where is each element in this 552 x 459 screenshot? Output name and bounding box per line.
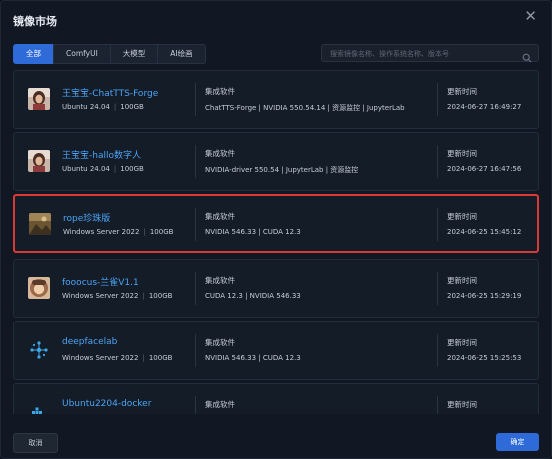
portrait-thumbnail (28, 150, 50, 172)
network-icon (28, 339, 50, 361)
software-label: 集成软件 (205, 149, 235, 158)
image-size: 100GB (149, 228, 174, 236)
image-name[interactable]: Ubuntu2204-docker (62, 399, 151, 409)
image-name[interactable]: fooocus-兰雀V1.1 (62, 275, 139, 288)
image-size: 100GB (148, 292, 173, 300)
image-os: Ubuntu 24.04 (62, 165, 110, 173)
image-os: Windows Server 2022 (63, 228, 140, 236)
tab-large-model[interactable]: 大模型 (109, 44, 159, 64)
divider (437, 334, 438, 367)
software-value: NVIDIA-driver 550.54 | JupyterLab | 资源监控 (205, 166, 359, 174)
image-name[interactable]: deepfacelab (62, 337, 117, 347)
image-name[interactable]: 王宝宝-ChatTTS-Forge (62, 86, 158, 99)
search-input[interactable] (328, 45, 522, 63)
image-meta: Windows Server 2022 | 100GB (63, 228, 173, 236)
tab-comfyui[interactable]: ComfyUI (53, 44, 111, 64)
separator: | (142, 354, 145, 362)
divider (437, 272, 438, 305)
image-size: 100GB (148, 354, 173, 362)
close-icon[interactable]: ✕ (524, 7, 537, 25)
image-card[interactable]: deepfacelab Windows Server 2022 | 100GB 集成… (13, 321, 539, 380)
separator: | (113, 165, 117, 173)
updated-label: 更新时间 (447, 400, 477, 409)
image-os: Ubuntu 24.04 (62, 103, 110, 111)
separator: | (142, 292, 145, 300)
separator: | (143, 228, 146, 236)
divider (437, 145, 438, 178)
updated-label: 更新时间 (447, 338, 477, 347)
image-card[interactable]: Ubuntu2204-docker 集成软件 更新时间 (13, 383, 539, 414)
image-card-selected[interactable]: rope珍珠版 Windows Server 2022 | 100GB 集成软件 N… (13, 194, 539, 253)
image-meta: Windows Server 2022 | 100GB (62, 354, 172, 362)
software-label: 集成软件 (205, 400, 235, 409)
search-icon[interactable] (522, 48, 532, 67)
updated-label: 更新时间 (447, 212, 477, 221)
image-os: Windows Server 2022 (62, 354, 139, 362)
cancel-button[interactable]: 取消 (13, 433, 58, 453)
divider (195, 83, 196, 116)
software-label: 集成软件 (205, 338, 235, 347)
divider (195, 208, 196, 241)
divider (195, 334, 196, 367)
software-value: NVIDIA 546.33 | CUDA 12.3 (205, 354, 301, 362)
software-label: 集成软件 (205, 87, 235, 96)
tab-all[interactable]: 全部 (13, 44, 54, 64)
divider (437, 83, 438, 116)
divider (195, 272, 196, 305)
image-name[interactable]: 王宝宝-hallo数字人 (62, 148, 141, 161)
software-label: 集成软件 (205, 276, 235, 285)
software-value: NVIDIA 546.33 | CUDA 12.3 (205, 228, 301, 236)
photo-thumbnail (29, 213, 51, 235)
divider (195, 145, 196, 178)
updated-value: 2024-06-25 15:29:19 (447, 292, 522, 300)
updated-label: 更新时间 (447, 149, 477, 158)
search-box (321, 44, 539, 63)
updated-value: 2024-06-27 16:47:56 (447, 165, 522, 173)
separator: | (113, 103, 117, 111)
tab-ai-painting[interactable]: AI绘画 (157, 44, 206, 64)
image-meta: Ubuntu 24.04 | 100GB (62, 103, 144, 111)
updated-value: 2024-06-27 16:49:27 (447, 103, 522, 111)
software-value: CUDA 12.3 | NVIDIA 546.33 (205, 292, 301, 300)
image-list: 王宝宝-ChatTTS-Forge Ubuntu 24.04 | 100GB 集成软… (13, 70, 541, 414)
updated-label: 更新时间 (447, 87, 477, 96)
category-tabs: 全部 ComfyUI 大模型 AI绘画 (13, 44, 206, 64)
image-meta: Windows Server 2022 | 100GB (62, 292, 172, 300)
image-os: Windows Server 2022 (62, 292, 139, 300)
updated-value: 2024-06-25 15:45:12 (447, 228, 522, 236)
image-meta: Ubuntu 24.04 | 100GB (62, 165, 144, 173)
avatar-thumbnail (28, 277, 50, 299)
dialog-title: 镜像市场 (13, 15, 57, 28)
image-card[interactable]: fooocus-兰雀V1.1 Windows Server 2022 | 100GB… (13, 259, 539, 318)
divider (437, 208, 438, 241)
divider (195, 396, 196, 414)
confirm-button[interactable]: 确定 (496, 433, 539, 451)
software-label: 集成软件 (205, 212, 235, 221)
updated-label: 更新时间 (447, 276, 477, 285)
divider (437, 396, 438, 414)
docker-icon (28, 401, 50, 414)
software-value: ChatTTS-Forge | NVIDIA 550.54.14 | 资源监控 … (205, 104, 405, 112)
updated-value: 2024-06-25 15:25:53 (447, 354, 522, 362)
portrait-thumbnail (28, 88, 50, 110)
image-name[interactable]: rope珍珠版 (63, 211, 110, 224)
image-card[interactable]: 王宝宝-ChatTTS-Forge Ubuntu 24.04 | 100GB 集成软… (13, 70, 539, 129)
image-size: 100GB (120, 165, 144, 173)
image-card[interactable]: 王宝宝-hallo数字人 Ubuntu 24.04 | 100GB 集成软件 NVI… (13, 132, 539, 191)
image-size: 100GB (120, 103, 144, 111)
image-market-dialog: 镜像市场 ✕ 全部 ComfyUI 大模型 AI绘画 王宝宝-ChatTTS-F… (0, 0, 552, 459)
